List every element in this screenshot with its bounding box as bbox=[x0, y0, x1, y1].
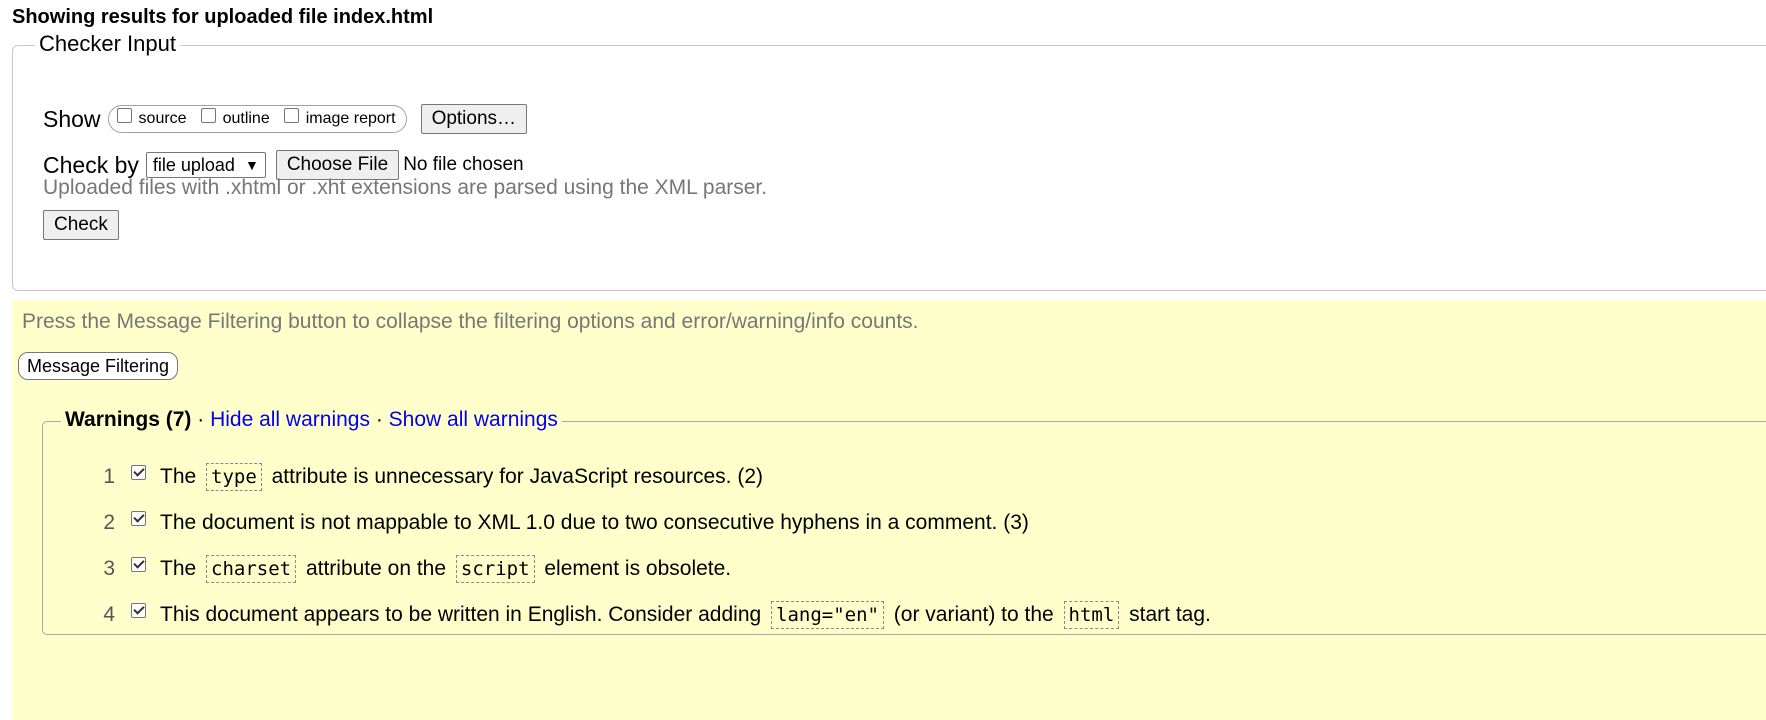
show-options-group: source outline image report bbox=[107, 105, 407, 133]
warning-number: 4 bbox=[103, 603, 115, 626]
code-token: script bbox=[455, 555, 535, 583]
check-by-select[interactable]: file upload ▼ bbox=[145, 152, 266, 178]
show-image-report-checkbox[interactable] bbox=[283, 107, 299, 123]
warnings-legend: Warnings (7) · Hide all warnings · Show … bbox=[61, 405, 562, 435]
warnings-heading: Warnings (7) bbox=[65, 408, 192, 431]
upload-hint: Uploaded files with .xhtml or .xht exten… bbox=[43, 176, 768, 199]
warning-checkbox[interactable] bbox=[131, 556, 146, 572]
options-button[interactable]: Options… bbox=[420, 104, 528, 134]
warning-text: The charset attribute on the script elem… bbox=[160, 555, 731, 583]
message-filter-panel: Press the Message Filtering button to co… bbox=[12, 300, 1766, 720]
show-image-report-label: image report bbox=[305, 110, 396, 127]
filter-hint: Press the Message Filtering button to co… bbox=[22, 310, 919, 333]
warning-list: 1 The type attribute is unnecessary for … bbox=[91, 454, 1211, 638]
show-all-warnings-link[interactable]: Show all warnings bbox=[389, 408, 558, 431]
no-file-text: No file chosen bbox=[403, 154, 524, 175]
warning-text: This document appears to be written in E… bbox=[160, 601, 1211, 629]
show-source-checkbox[interactable] bbox=[116, 107, 132, 123]
show-source-option[interactable]: source bbox=[116, 107, 187, 128]
warning-item: 4 This document appears to be written in… bbox=[91, 592, 1211, 638]
code-token: type bbox=[206, 463, 262, 491]
check-by-value: file upload bbox=[152, 154, 235, 175]
warnings-fieldset: Warnings (7) · Hide all warnings · Show … bbox=[42, 405, 1766, 638]
check-button[interactable]: Check bbox=[43, 210, 119, 240]
warning-number: 2 bbox=[103, 511, 115, 534]
code-token: lang="en" bbox=[771, 601, 884, 629]
warning-number: 1 bbox=[103, 465, 115, 488]
warning-checkbox[interactable] bbox=[131, 602, 146, 618]
chevron-down-icon: ▼ bbox=[244, 157, 259, 173]
warning-checkbox[interactable] bbox=[131, 464, 146, 480]
show-outline-option[interactable]: outline bbox=[200, 107, 270, 128]
legend-separator: · bbox=[369, 408, 389, 431]
warning-item: 1 The type attribute is unnecessary for … bbox=[91, 454, 1211, 500]
show-outline-checkbox[interactable] bbox=[200, 107, 216, 123]
checker-input-legend: Checker Input bbox=[35, 28, 180, 60]
show-image-report-option[interactable]: image report bbox=[283, 107, 396, 128]
show-source-label: source bbox=[138, 110, 187, 127]
code-token: html bbox=[1063, 601, 1120, 629]
checker-input-fieldset: Checker Input Show source outline image … bbox=[12, 28, 1766, 291]
legend-separator: · bbox=[191, 408, 211, 431]
page-title: Showing results for uploaded file index.… bbox=[12, 6, 434, 28]
show-outline-label: outline bbox=[222, 110, 270, 127]
show-row: Show source outline image report Options… bbox=[43, 104, 528, 134]
hide-all-warnings-link[interactable]: Hide all warnings bbox=[210, 408, 370, 431]
warning-item: 3 The charset attribute on the script el… bbox=[91, 546, 1211, 592]
show-label: Show bbox=[43, 105, 101, 132]
message-filtering-button[interactable]: Message Filtering bbox=[18, 352, 179, 380]
check-by-label: Check by bbox=[43, 151, 139, 178]
warning-number: 3 bbox=[103, 557, 115, 580]
code-token: charset bbox=[206, 555, 297, 583]
warning-checkbox[interactable] bbox=[131, 510, 146, 526]
warning-text: The document is not mappable to XML 1.0 … bbox=[160, 511, 1029, 534]
warning-text: The type attribute is unnecessary for Ja… bbox=[160, 463, 763, 491]
warning-item: 2 The document is not mappable to XML 1.… bbox=[91, 500, 1211, 546]
